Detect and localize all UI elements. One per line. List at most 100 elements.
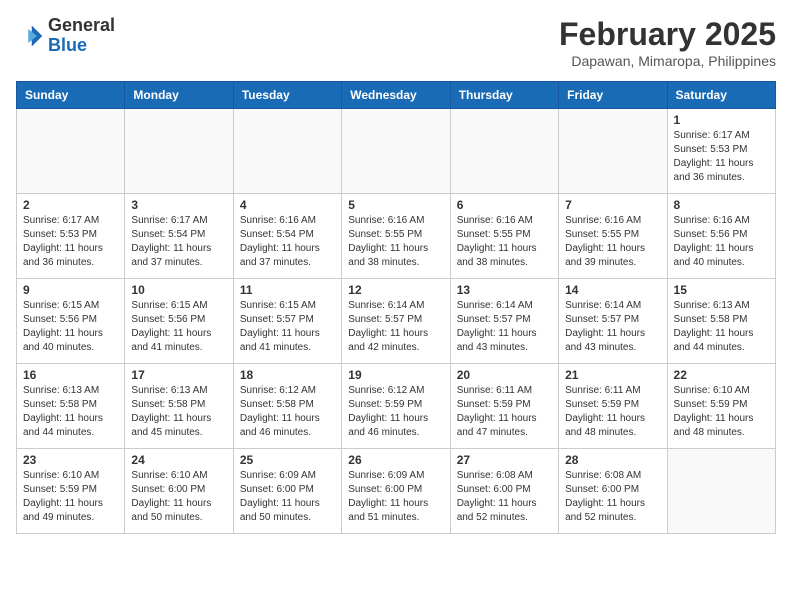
calendar-week-row: 2 Sunrise: 6:17 AM Sunset: 5:53 PM Daylig… xyxy=(17,194,776,279)
day-info: Sunrise: 6:11 AM Sunset: 5:59 PM Dayligh… xyxy=(457,384,552,440)
day-info: Sunrise: 6:13 AM Sunset: 5:58 PM Dayligh… xyxy=(131,384,226,440)
calendar-day-cell: 15 Sunrise: 6:13 AM Sunset: 5:58 PM Dayli… xyxy=(667,279,775,364)
calendar-day-cell: 21 Sunrise: 6:11 AM Sunset: 5:59 PM Dayli… xyxy=(559,364,667,449)
weekday-header: Saturday xyxy=(667,82,775,109)
calendar-day-cell: 2 Sunrise: 6:17 AM Sunset: 5:53 PM Daylig… xyxy=(17,194,125,279)
logo-blue: Blue xyxy=(48,35,87,55)
day-number: 18 xyxy=(240,368,335,382)
day-number: 28 xyxy=(565,453,660,467)
day-info: Sunrise: 6:17 AM Sunset: 5:53 PM Dayligh… xyxy=(23,214,118,270)
day-number: 20 xyxy=(457,368,552,382)
calendar-day-cell xyxy=(125,109,233,194)
day-number: 25 xyxy=(240,453,335,467)
day-info: Sunrise: 6:10 AM Sunset: 5:59 PM Dayligh… xyxy=(23,469,118,525)
calendar-day-cell: 18 Sunrise: 6:12 AM Sunset: 5:58 PM Dayli… xyxy=(233,364,341,449)
weekday-header: Thursday xyxy=(450,82,558,109)
calendar-day-cell: 1Sunrise: 6:17 AM Sunset: 5:53 PM Daylig… xyxy=(667,109,775,194)
weekday-header: Wednesday xyxy=(342,82,450,109)
day-number: 10 xyxy=(131,283,226,297)
calendar-day-cell xyxy=(342,109,450,194)
title-block: February 2025 Dapawan, Mimaropa, Philipp… xyxy=(559,16,776,69)
day-info: Sunrise: 6:15 AM Sunset: 5:56 PM Dayligh… xyxy=(131,299,226,355)
day-info: Sunrise: 6:09 AM Sunset: 6:00 PM Dayligh… xyxy=(240,469,335,525)
calendar-table: SundayMondayTuesdayWednesdayThursdayFrid… xyxy=(16,81,776,534)
day-number: 27 xyxy=(457,453,552,467)
day-info: Sunrise: 6:14 AM Sunset: 5:57 PM Dayligh… xyxy=(457,299,552,355)
day-number: 14 xyxy=(565,283,660,297)
day-number: 26 xyxy=(348,453,443,467)
calendar-day-cell: 16 Sunrise: 6:13 AM Sunset: 5:58 PM Dayli… xyxy=(17,364,125,449)
calendar-day-cell: 27 Sunrise: 6:08 AM Sunset: 6:00 PM Dayli… xyxy=(450,449,558,534)
day-info: Sunrise: 6:11 AM Sunset: 5:59 PM Dayligh… xyxy=(565,384,660,440)
day-number: 11 xyxy=(240,283,335,297)
calendar-day-cell: 24Sunrise: 6:10 AM Sunset: 6:00 PM Dayli… xyxy=(125,449,233,534)
calendar-day-cell: 26 Sunrise: 6:09 AM Sunset: 6:00 PM Dayli… xyxy=(342,449,450,534)
day-info: Sunrise: 6:09 AM Sunset: 6:00 PM Dayligh… xyxy=(348,469,443,525)
calendar-day-cell: 6 Sunrise: 6:16 AM Sunset: 5:55 PM Daylig… xyxy=(450,194,558,279)
calendar-day-cell: 8Sunrise: 6:16 AM Sunset: 5:56 PM Daylig… xyxy=(667,194,775,279)
calendar-day-cell: 4 Sunrise: 6:16 AM Sunset: 5:54 PM Daylig… xyxy=(233,194,341,279)
calendar-day-cell: 3 Sunrise: 6:17 AM Sunset: 5:54 PM Daylig… xyxy=(125,194,233,279)
day-info: Sunrise: 6:16 AM Sunset: 5:55 PM Dayligh… xyxy=(457,214,552,270)
day-info: Sunrise: 6:16 AM Sunset: 5:55 PM Dayligh… xyxy=(565,214,660,270)
logo-icon xyxy=(16,22,44,50)
day-number: 12 xyxy=(348,283,443,297)
calendar-day-cell: 17 Sunrise: 6:13 AM Sunset: 5:58 PM Dayli… xyxy=(125,364,233,449)
day-info: Sunrise: 6:08 AM Sunset: 6:00 PM Dayligh… xyxy=(565,469,660,525)
weekday-header: Friday xyxy=(559,82,667,109)
location: Dapawan, Mimaropa, Philippines xyxy=(559,53,776,69)
calendar-day-cell: 23 Sunrise: 6:10 AM Sunset: 5:59 PM Dayli… xyxy=(17,449,125,534)
day-number: 21 xyxy=(565,368,660,382)
day-number: 2 xyxy=(23,198,118,212)
logo: General Blue xyxy=(16,16,115,56)
day-number: 16 xyxy=(23,368,118,382)
day-number: 15 xyxy=(674,283,769,297)
weekday-header: Monday xyxy=(125,82,233,109)
logo-general: General xyxy=(48,15,115,35)
day-info: Sunrise: 6:15 AM Sunset: 5:56 PM Dayligh… xyxy=(23,299,118,355)
calendar-day-cell: 12 Sunrise: 6:14 AM Sunset: 5:57 PM Dayli… xyxy=(342,279,450,364)
calendar-day-cell: 22Sunrise: 6:10 AM Sunset: 5:59 PM Dayli… xyxy=(667,364,775,449)
day-info: Sunrise: 6:08 AM Sunset: 6:00 PM Dayligh… xyxy=(457,469,552,525)
day-info: Sunrise: 6:12 AM Sunset: 5:58 PM Dayligh… xyxy=(240,384,335,440)
calendar-day-cell: 13 Sunrise: 6:14 AM Sunset: 5:57 PM Dayli… xyxy=(450,279,558,364)
day-info: Sunrise: 6:10 AM Sunset: 6:00 PM Dayligh… xyxy=(131,469,226,525)
calendar-day-cell: 7 Sunrise: 6:16 AM Sunset: 5:55 PM Daylig… xyxy=(559,194,667,279)
day-info: Sunrise: 6:17 AM Sunset: 5:54 PM Dayligh… xyxy=(131,214,226,270)
calendar-week-row: 23 Sunrise: 6:10 AM Sunset: 5:59 PM Dayli… xyxy=(17,449,776,534)
day-number: 9 xyxy=(23,283,118,297)
calendar-week-row: 9 Sunrise: 6:15 AM Sunset: 5:56 PM Daylig… xyxy=(17,279,776,364)
day-info: Sunrise: 6:16 AM Sunset: 5:54 PM Dayligh… xyxy=(240,214,335,270)
day-number: 13 xyxy=(457,283,552,297)
day-number: 5 xyxy=(348,198,443,212)
calendar-day-cell: 10 Sunrise: 6:15 AM Sunset: 5:56 PM Dayli… xyxy=(125,279,233,364)
day-info: Sunrise: 6:10 AM Sunset: 5:59 PM Dayligh… xyxy=(674,384,769,440)
day-number: 23 xyxy=(23,453,118,467)
day-number: 3 xyxy=(131,198,226,212)
month-year: February 2025 xyxy=(559,16,776,53)
day-number: 19 xyxy=(348,368,443,382)
calendar-day-cell xyxy=(667,449,775,534)
calendar-day-cell: 25 Sunrise: 6:09 AM Sunset: 6:00 PM Dayli… xyxy=(233,449,341,534)
weekday-header: Sunday xyxy=(17,82,125,109)
calendar-day-cell: 14Sunrise: 6:14 AM Sunset: 5:57 PM Dayli… xyxy=(559,279,667,364)
calendar-day-cell: 19Sunrise: 6:12 AM Sunset: 5:59 PM Dayli… xyxy=(342,364,450,449)
day-number: 4 xyxy=(240,198,335,212)
calendar-day-cell: 9 Sunrise: 6:15 AM Sunset: 5:56 PM Daylig… xyxy=(17,279,125,364)
day-info: Sunrise: 6:13 AM Sunset: 5:58 PM Dayligh… xyxy=(674,299,769,355)
day-info: Sunrise: 6:15 AM Sunset: 5:57 PM Dayligh… xyxy=(240,299,335,355)
logo-text: General Blue xyxy=(48,16,115,56)
calendar-day-cell: 20 Sunrise: 6:11 AM Sunset: 5:59 PM Dayli… xyxy=(450,364,558,449)
calendar-header-row: SundayMondayTuesdayWednesdayThursdayFrid… xyxy=(17,82,776,109)
day-number: 17 xyxy=(131,368,226,382)
weekday-header: Tuesday xyxy=(233,82,341,109)
day-number: 7 xyxy=(565,198,660,212)
day-info: Sunrise: 6:14 AM Sunset: 5:57 PM Dayligh… xyxy=(348,299,443,355)
day-number: 8 xyxy=(674,198,769,212)
day-info: Sunrise: 6:16 AM Sunset: 5:55 PM Dayligh… xyxy=(348,214,443,270)
day-info: Sunrise: 6:13 AM Sunset: 5:58 PM Dayligh… xyxy=(23,384,118,440)
calendar-week-row: 16 Sunrise: 6:13 AM Sunset: 5:58 PM Dayli… xyxy=(17,364,776,449)
day-number: 6 xyxy=(457,198,552,212)
calendar-day-cell: 5 Sunrise: 6:16 AM Sunset: 5:55 PM Daylig… xyxy=(342,194,450,279)
calendar-day-cell: 28 Sunrise: 6:08 AM Sunset: 6:00 PM Dayli… xyxy=(559,449,667,534)
